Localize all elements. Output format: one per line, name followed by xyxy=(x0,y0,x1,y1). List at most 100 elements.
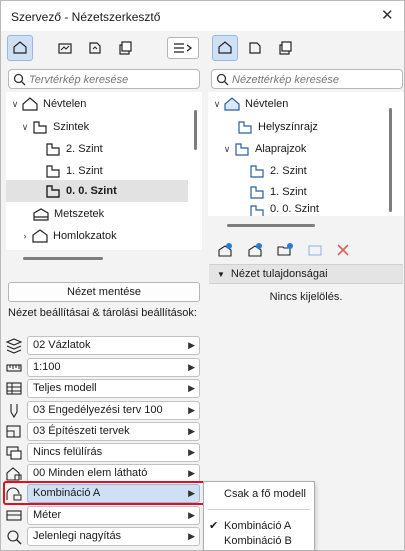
chevron-right-icon: ▶ xyxy=(188,468,195,478)
tree-item[interactable]: 0. 0. Szint xyxy=(208,203,404,216)
chevron-down-icon[interactable]: ∨ xyxy=(9,99,21,110)
clone-view-button[interactable] xyxy=(242,237,268,263)
tree-item[interactable]: ∨ Alaprajzok xyxy=(208,138,404,160)
scale-select[interactable]: 1:100 ▶ xyxy=(27,358,200,377)
tree-item-label: 2. Szint xyxy=(66,143,103,155)
house-icon xyxy=(223,96,241,112)
floor-plan-icon xyxy=(31,119,49,135)
zoom-icon xyxy=(5,528,23,545)
setting-row[interactable]: 03 Engedélyezési terv 100 ▶ xyxy=(5,401,200,420)
project-map-icon xyxy=(13,41,27,54)
tree-item[interactable]: ∨ Névtelen xyxy=(208,93,404,115)
search-icon xyxy=(13,73,26,86)
zoom-select[interactable]: Jelenlegi nagyítás ▶ xyxy=(27,527,200,546)
view-properties-header[interactable]: ▼ Nézet tulajdonságai xyxy=(209,264,403,284)
tree-item-selected[interactable]: 0. 0. Szint xyxy=(6,180,188,202)
setting-row[interactable]: 02 Vázlatok ▶ xyxy=(5,336,200,355)
setting-row[interactable]: 1:100 ▶ xyxy=(5,358,200,377)
new-folder-button[interactable] xyxy=(272,237,298,263)
chevron-right-icon: ▶ xyxy=(188,383,195,393)
structure-display-icon xyxy=(5,380,23,397)
dimension-icon xyxy=(5,507,23,524)
override-icon xyxy=(5,444,23,461)
right-tree-hscrollbar[interactable] xyxy=(227,224,315,227)
model-view-icon xyxy=(5,423,23,440)
tree-item[interactable]: 2. Szint xyxy=(208,160,404,182)
left-tree-vscrollbar[interactable] xyxy=(194,110,197,150)
view-settings-button[interactable] xyxy=(302,237,328,263)
tree-item-label: Névtelen xyxy=(43,98,87,110)
menu-item[interactable]: Csak a fő modell xyxy=(204,487,314,502)
setting-row[interactable]: Jelenlegi nagyítás ▶ xyxy=(5,527,200,546)
publisher-sets-button[interactable] xyxy=(112,35,138,61)
chevron-down-icon[interactable]: ∨ xyxy=(211,99,223,110)
setting-value: 03 Építészeti tervek xyxy=(33,425,130,437)
chevron-down-icon[interactable]: ∨ xyxy=(19,122,31,133)
tree-item[interactable]: ∨ Szintek xyxy=(6,116,202,138)
menu-item[interactable]: Kombináció B xyxy=(204,534,314,549)
tree-item-label: Alaprajzok xyxy=(255,143,307,155)
tree-item[interactable]: Metszetek xyxy=(6,203,202,225)
graphic-override-select[interactable]: Nincs felülírás ▶ xyxy=(27,443,200,462)
settings-label: Nézet beállításai & tárolási beállítások… xyxy=(8,307,197,319)
renovation-icon xyxy=(5,465,23,482)
chevron-down-icon[interactable]: ∨ xyxy=(221,144,233,155)
menu-item-checked[interactable]: ✔ Kombináció A xyxy=(204,519,314,534)
dimension-unit-select[interactable]: Méter ▶ xyxy=(27,506,200,525)
right-project-map-button[interactable] xyxy=(212,35,238,61)
tree-item-label: Szintek xyxy=(53,121,90,133)
setting-value: 03 Engedélyezési terv 100 xyxy=(33,404,163,416)
project-map-button[interactable] xyxy=(7,35,33,61)
structure-display-select[interactable]: Teljes modell ▶ xyxy=(27,379,200,398)
model-view-select[interactable]: 03 Építészeti tervek ▶ xyxy=(27,422,200,441)
setting-value: 1:100 xyxy=(33,361,61,373)
delete-button[interactable] xyxy=(330,237,356,263)
setting-row[interactable]: Méter ▶ xyxy=(5,506,200,525)
tree-item[interactable]: ∨ Névtelen xyxy=(6,93,202,115)
search-icon xyxy=(216,73,229,86)
tree-item[interactable]: Helyszínrajz xyxy=(208,116,404,138)
setting-row[interactable]: Nincs felülírás ▶ xyxy=(5,443,200,462)
floor-plan-icon xyxy=(248,184,266,200)
view-map-tree: ∨ Névtelen Helyszínrajz ∨ Alaprajzok 2. … xyxy=(208,92,404,216)
tree-item[interactable]: › Homlokzatok xyxy=(6,225,202,247)
right-layout-book-button[interactable] xyxy=(242,35,268,61)
view-map-button[interactable] xyxy=(52,35,78,61)
layout-book-button[interactable] xyxy=(82,35,108,61)
close-icon[interactable]: ✕ xyxy=(381,6,394,24)
house-icon xyxy=(21,96,39,112)
panel-menu-button[interactable] xyxy=(167,37,199,59)
pen-set-icon xyxy=(5,402,23,419)
new-view-button[interactable] xyxy=(212,237,238,263)
tree-item-label: 1. Szint xyxy=(270,186,307,198)
organizer-window: Szervező - Nézetszerkesztő ✕ ∨ xyxy=(0,0,405,551)
view-properties-title: Nézet tulajdonságai xyxy=(230,268,328,280)
save-view-button[interactable]: Nézet mentése xyxy=(8,282,200,302)
left-tree-hscrollbar[interactable] xyxy=(23,257,103,260)
clone-view-icon xyxy=(248,243,262,257)
view-map-search[interactable] xyxy=(211,69,403,89)
tree-item-label: 1. Szint xyxy=(66,165,103,177)
layers-icon xyxy=(5,337,23,354)
tree-item[interactable]: 2. Szint xyxy=(6,138,202,160)
tree-item[interactable]: 1. Szint xyxy=(208,181,404,203)
chevron-right-icon[interactable]: › xyxy=(19,231,31,241)
project-map-search[interactable] xyxy=(8,69,200,89)
right-tree-vscrollbar[interactable] xyxy=(389,108,392,212)
floor-plan-icon xyxy=(44,163,62,179)
new-view-icon xyxy=(218,243,232,257)
search-input[interactable] xyxy=(29,72,195,87)
highlight-outline xyxy=(3,481,206,505)
menu-item-label: Kombináció B xyxy=(224,535,292,547)
checkmark-icon: ✔ xyxy=(209,520,219,532)
search-input[interactable] xyxy=(232,72,398,87)
chevron-down-icon[interactable]: ▼ xyxy=(217,270,225,279)
tree-item-label: Helyszínrajz xyxy=(258,121,318,133)
tree-item[interactable]: 1. Szint xyxy=(6,160,202,182)
layer-combination-select[interactable]: 02 Vázlatok ▶ xyxy=(27,336,200,355)
new-folder-icon xyxy=(277,243,293,256)
pen-set-select[interactable]: 03 Engedélyezési terv 100 ▶ xyxy=(27,401,200,420)
setting-row[interactable]: 03 Építészeti tervek ▶ xyxy=(5,422,200,441)
setting-row[interactable]: Teljes modell ▶ xyxy=(5,379,200,398)
right-publisher-sets-button[interactable] xyxy=(272,35,298,61)
